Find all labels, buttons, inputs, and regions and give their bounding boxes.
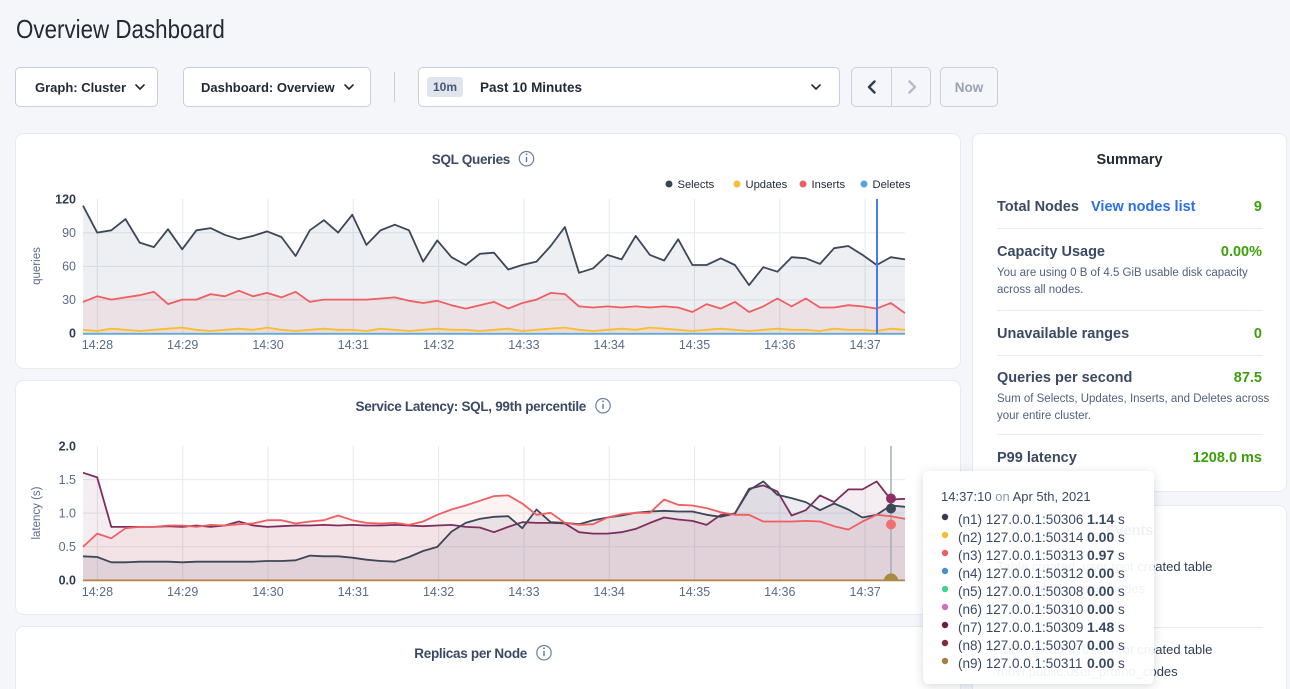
svg-text:0.0: 0.0 (59, 574, 76, 588)
svg-text:14:37: 14:37 (849, 585, 880, 599)
svg-text:14:37: 14:37 (849, 338, 880, 352)
svg-text:2.0: 2.0 (59, 440, 76, 454)
svg-text:30: 30 (62, 293, 76, 307)
svg-text:14:31: 14:31 (338, 338, 369, 352)
svg-text:60: 60 (62, 260, 76, 274)
svg-text:1.0: 1.0 (59, 507, 76, 521)
svg-text:0.5: 0.5 (59, 540, 76, 554)
svg-text:Updates: Updates (746, 179, 788, 191)
svg-text:14:34: 14:34 (594, 585, 625, 599)
svg-text:90: 90 (62, 226, 76, 240)
svg-text:14:29: 14:29 (167, 338, 198, 352)
svg-text:14:33: 14:33 (508, 585, 539, 599)
svg-text:14:28: 14:28 (82, 585, 113, 599)
svg-text:latency (s): latency (s) (31, 486, 43, 539)
svg-text:14:30: 14:30 (252, 585, 283, 599)
svg-text:14:32: 14:32 (423, 338, 454, 352)
svg-text:120: 120 (55, 193, 76, 207)
svg-text:14:32: 14:32 (423, 585, 454, 599)
svg-text:14:33: 14:33 (508, 338, 539, 352)
svg-text:14:31: 14:31 (338, 585, 369, 599)
svg-text:14:36: 14:36 (764, 585, 795, 599)
svg-text:1.5: 1.5 (59, 473, 76, 487)
svg-text:14:34: 14:34 (594, 338, 625, 352)
svg-text:14:30: 14:30 (252, 338, 283, 352)
svg-text:SQL Queries: SQL Queries (432, 152, 510, 167)
svg-text:Deletes: Deletes (873, 179, 911, 191)
svg-text:14:35: 14:35 (679, 585, 710, 599)
svg-text:14:28: 14:28 (82, 338, 113, 352)
svg-text:Selects: Selects (678, 179, 715, 191)
svg-text:Inserts: Inserts (812, 179, 846, 191)
svg-text:14:35: 14:35 (679, 338, 710, 352)
svg-text:14:29: 14:29 (167, 585, 198, 599)
svg-text:14:36: 14:36 (764, 338, 795, 352)
svg-text:Replicas per Node: Replicas per Node (414, 646, 527, 661)
svg-text:Service Latency: SQL, 99th per: Service Latency: SQL, 99th percentile (356, 399, 587, 414)
svg-text:0: 0 (69, 327, 76, 341)
svg-text:queries: queries (31, 247, 43, 285)
